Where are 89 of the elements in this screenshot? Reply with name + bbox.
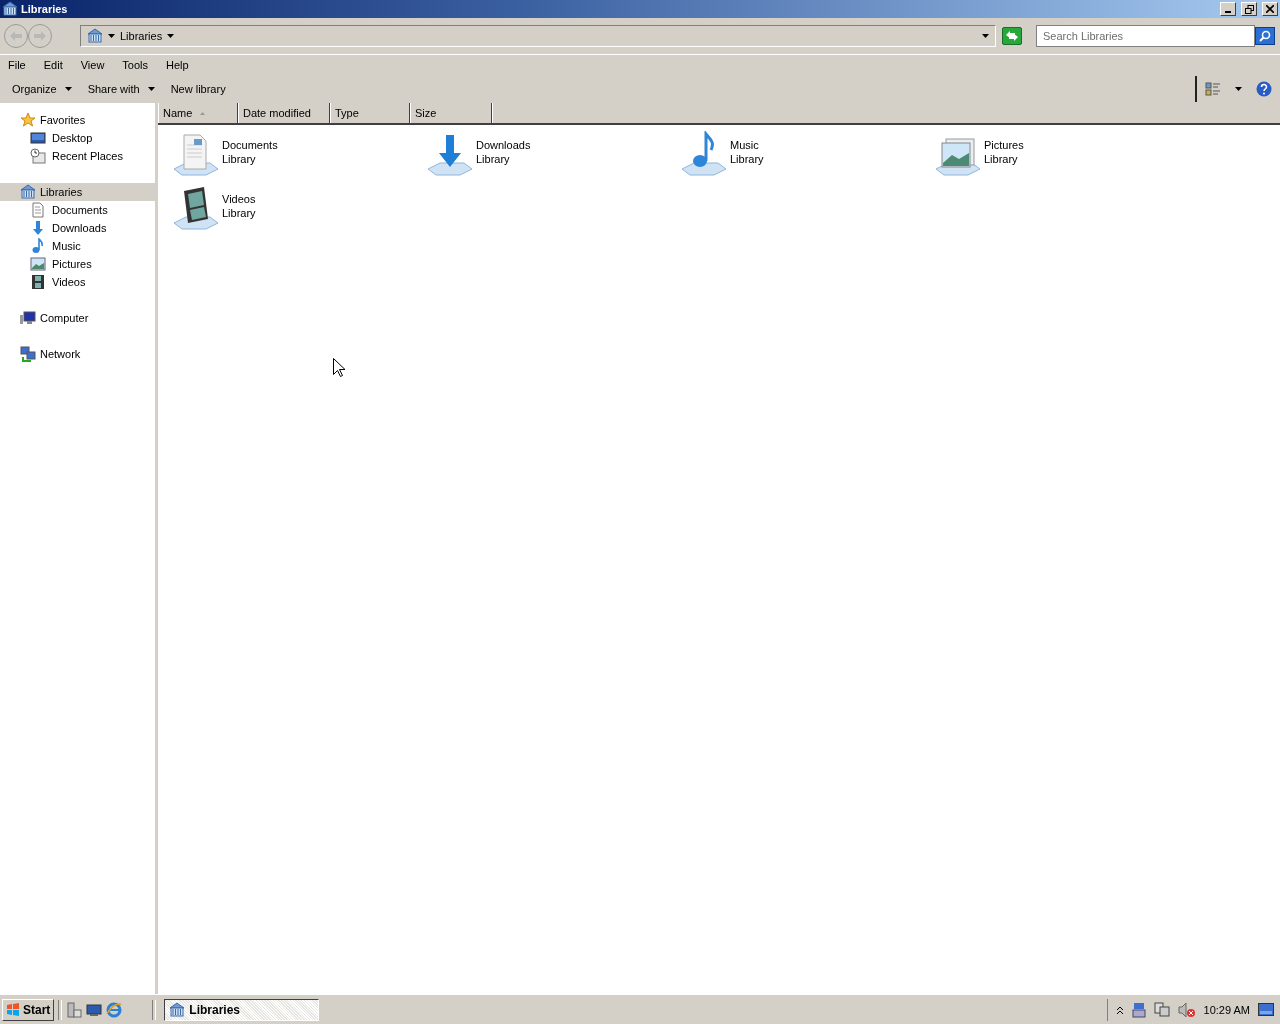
help-button[interactable] [1254,79,1274,99]
nav-item[interactable]: Pictures [0,255,155,273]
chevron-up-icon[interactable] [1115,1004,1124,1015]
nav-item[interactable]: Computer [0,309,155,327]
column-header[interactable]: Date modified [238,103,330,123]
windows-flag-icon [6,1002,20,1017]
video-library-icon [172,185,220,231]
nav-item[interactable]: Libraries [0,183,155,201]
nav-item[interactable]: Desktop [0,129,155,147]
caret-icon [167,34,175,38]
left-arrow-icon [10,31,22,41]
document-icon [30,202,46,218]
refresh-arrows-icon [1005,30,1019,42]
item-type: Library [984,152,1019,166]
nav-item[interactable]: Network [0,345,155,363]
computers-icon[interactable] [1153,1001,1170,1018]
right-arrow-icon [34,31,46,41]
details-view-icon [1205,82,1221,96]
document-library-icon [172,131,220,177]
caret-icon [108,34,115,38]
library-icon [20,184,36,200]
close-button[interactable] [1262,2,1278,16]
view-options-button[interactable] [1203,80,1223,98]
nav-item[interactable]: Downloads [0,219,155,237]
breadcrumb[interactable]: Libraries [120,30,175,42]
window-title: Libraries [21,3,69,15]
address-bar[interactable]: Libraries [80,25,996,47]
item-type: Library [222,152,257,166]
film-icon [30,274,46,290]
item-name[interactable]: Videos [222,192,256,206]
library-icon [2,1,18,17]
landscape-icon [30,256,46,272]
toolbar-button[interactable]: Share with [81,80,161,98]
music-library-icon [680,131,728,177]
menu-item[interactable]: View [74,59,111,71]
nav-item[interactable]: Videos [0,273,155,291]
refresh-button[interactable] [1002,27,1022,45]
menu-item[interactable]: Edit [37,59,69,71]
nav-item[interactable]: Music [0,237,155,255]
restore-icon [1244,4,1254,14]
caret-icon [1235,87,1242,91]
restore-button[interactable] [1241,2,1257,16]
library-icon [169,1001,186,1018]
toolbar-button[interactable]: New library [164,80,232,98]
menu-item[interactable]: Help [160,59,195,71]
menu-item[interactable]: File [2,59,32,71]
column-header[interactable]: Size [410,103,492,123]
dropdown-caret-icon [982,34,989,38]
search-field[interactable]: Search Libraries [1036,25,1255,47]
column-header[interactable]: Name [158,103,238,123]
sort-arrow-icon [200,111,206,115]
library-icon [87,28,103,44]
search-button[interactable] [1255,27,1275,45]
view-menu-button[interactable] [1233,85,1244,93]
help-icon [1256,81,1272,97]
item-type: Library [476,152,511,166]
clock-window-icon [30,148,46,164]
browser-icon[interactable] [106,1001,123,1018]
show-desktop-icon[interactable] [1258,1002,1274,1017]
network-icon [20,346,36,362]
down-arrow-icon [30,220,46,236]
column-header[interactable]: Type [330,103,410,123]
minimize-button[interactable] [1220,2,1236,16]
item-type: Library [222,206,256,220]
nav-item[interactable]: Recent Places [0,147,155,165]
item-name[interactable]: Music [730,138,764,152]
music-note-icon [30,238,46,254]
nav-item[interactable]: Favorites [0,111,155,129]
menu-item[interactable]: Tools [116,59,155,71]
taskbar-button[interactable]: Libraries [164,998,320,1021]
network-icon[interactable] [1131,1001,1146,1018]
monitor-icon [30,130,46,146]
item-name[interactable]: Documents [222,138,278,152]
monitor-icon[interactable] [86,1001,103,1018]
item-name[interactable]: Downloads [476,138,531,152]
start-button[interactable]: Start [2,998,55,1021]
clock[interactable]: 10:29 AM [1203,1003,1250,1016]
nav-item[interactable]: Documents [0,201,155,219]
caret-icon [64,87,72,91]
search-icon [1259,30,1271,42]
toolbar-button[interactable]: Organize [6,80,78,98]
star-icon [20,112,36,128]
mouse-pointer-icon [333,358,345,378]
item-name[interactable]: Pictures [984,138,1024,152]
computer-icon [20,310,36,326]
item-type: Library [730,152,764,166]
close-icon [1266,5,1274,13]
muted-speaker-icon[interactable] [1177,1001,1196,1018]
caret-icon [147,87,155,91]
